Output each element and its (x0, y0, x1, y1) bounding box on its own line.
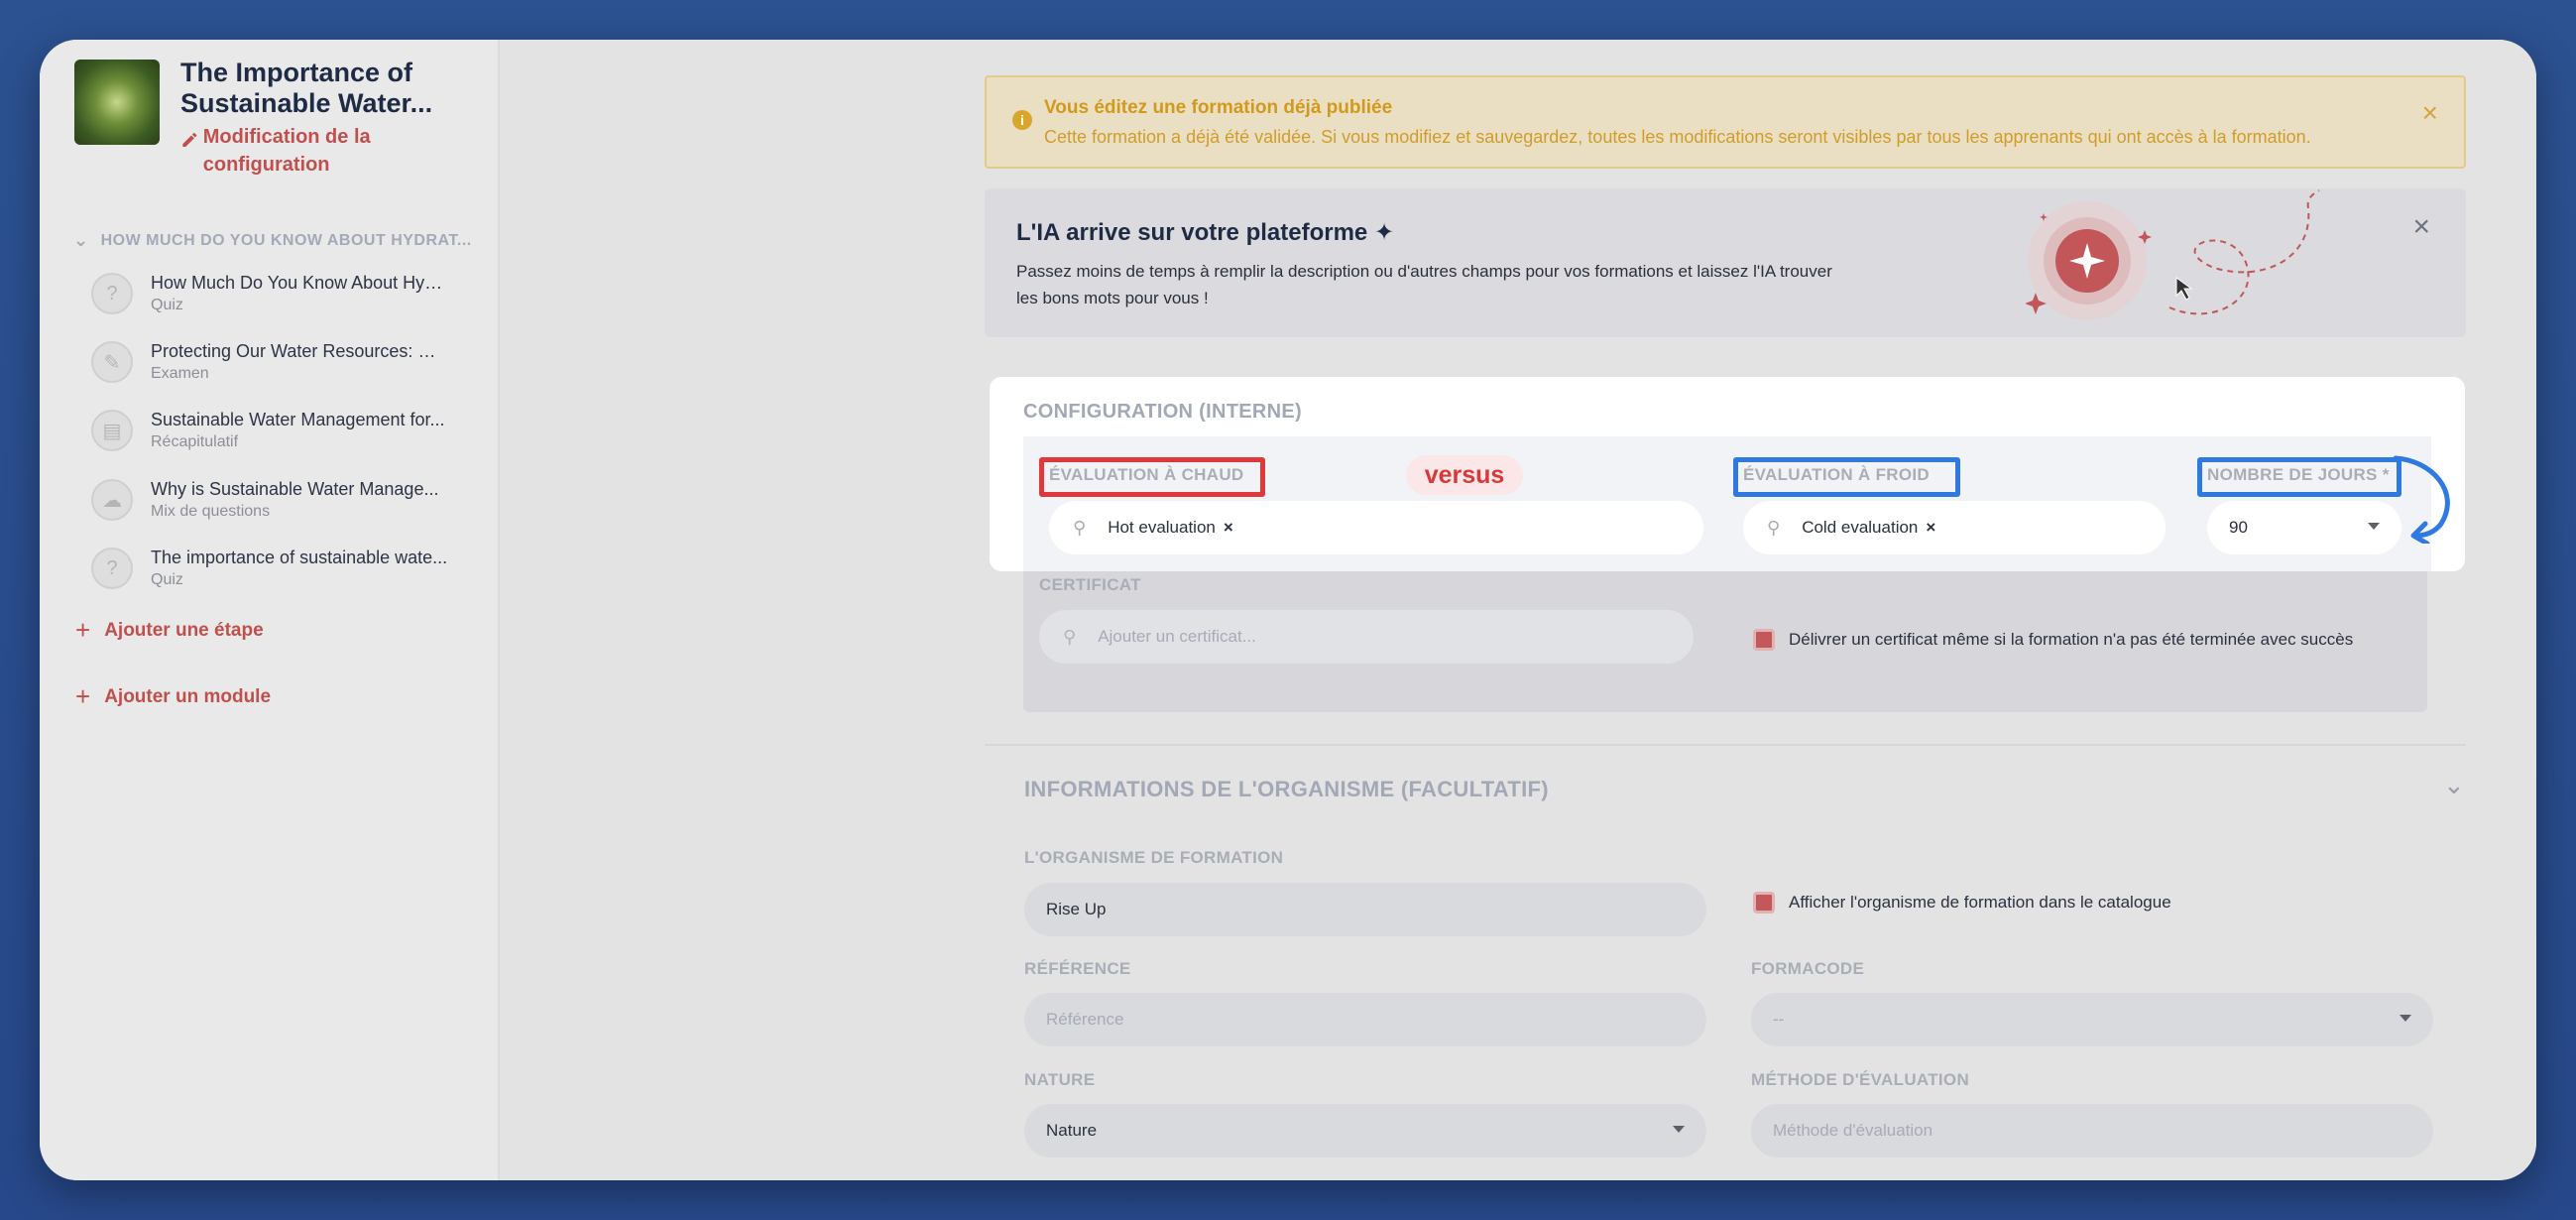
add-module-label: Ajouter un module (104, 685, 272, 707)
question-icon: ? (91, 273, 133, 314)
step-item[interactable]: ? The importance of sustainable wate... Q… (91, 539, 488, 598)
remove-tag-icon[interactable]: × (1224, 518, 1233, 538)
add-step-button[interactable]: + Ajouter une étape (75, 615, 264, 646)
step-type: Quiz (151, 297, 183, 313)
module-title: HOW MUCH DO YOU KNOW ABOUT HYDRAT... (100, 231, 472, 249)
pencil-icon (182, 132, 197, 148)
versus-badge: versus (1406, 455, 1523, 495)
org-value: Rise Up (1046, 900, 1107, 918)
plus-icon: + (75, 615, 91, 645)
nature-value: Nature (1046, 1121, 1098, 1140)
cold-eval-label: ÉVALUATION À FROID (1743, 465, 1930, 484)
chevron-down-icon (1673, 1126, 1685, 1133)
step-title: The importance of sustainable wate... (151, 548, 448, 567)
config-card: CONFIGURATION (INTERNE) ÉVALUATION À CHA… (990, 377, 2465, 571)
app-window: The Importance of Sustainable Water... M… (40, 40, 2536, 1180)
hot-eval-label: ÉVALUATION À CHAUD (1049, 465, 1244, 484)
days-select[interactable]: 90 (2207, 501, 2401, 554)
reference-input[interactable]: Référence (1024, 993, 1706, 1046)
ia-text: Passez moins de temps à remplir la descr… (1016, 262, 1832, 307)
section-divider (985, 744, 2466, 746)
certificate-checkbox[interactable] (1753, 629, 1775, 651)
days-label: NOMBRE DE JOURS * (2207, 465, 2390, 484)
ia-title: L'IA arrive sur votre plateforme ✦ (1016, 219, 1395, 246)
hot-eval-input[interactable]: ⚲ Hot evaluation × (1049, 501, 1703, 554)
course-title: The Importance of Sustainable Water... (180, 58, 433, 118)
ai-sparkle-illustration (2026, 189, 2320, 320)
sidebar: The Importance of Sustainable Water... M… (40, 40, 500, 1180)
reference-label: RÉFÉRENCE (1024, 959, 1131, 978)
question-icon: ? (91, 548, 133, 589)
course-thumbnail (74, 60, 160, 145)
certificate-placeholder: Ajouter un certificat... (1098, 627, 1256, 646)
formacode-label: FORMACODE (1751, 959, 1865, 978)
mix-icon: ☁ (91, 479, 133, 521)
summary-icon: ▤ (91, 410, 133, 451)
step-item[interactable]: ? How Much Do You Know About Hyd... Quiz (91, 264, 488, 323)
nature-label: NATURE (1024, 1070, 1096, 1089)
eval-method-placeholder: Méthode d'évaluation (1773, 1121, 1933, 1140)
formacode-value: -- (1773, 1010, 1785, 1029)
chevron-down-icon (2368, 523, 2380, 530)
search-icon: ⚲ (1063, 626, 1077, 647)
org-section-title: INFORMATIONS DE L'ORGANISME (FACULTATIF) (1024, 777, 1549, 801)
org-label: L'ORGANISME DE FORMATION (1024, 848, 1284, 867)
module-header[interactable]: ⌄ HOW MUCH DO YOU KNOW ABOUT HYDRAT... (73, 230, 490, 251)
reference-placeholder: Référence (1046, 1010, 1124, 1029)
step-item[interactable]: ▤ Sustainable Water Management for... Réc… (91, 401, 488, 460)
plus-icon: + (75, 681, 91, 711)
edit-config-link[interactable]: Modification de la configuration (180, 123, 458, 179)
step-title: How Much Do You Know About Hyd... (151, 273, 448, 293)
certificate-input[interactable]: ⚲ Ajouter un certificat... (1039, 610, 1694, 664)
formacode-select[interactable]: -- (1751, 993, 2433, 1046)
add-step-label: Ajouter une étape (104, 619, 264, 641)
add-module-button[interactable]: + Ajouter un module (75, 681, 271, 712)
step-title: Sustainable Water Management for... (151, 410, 445, 429)
step-title: Why is Sustainable Water Manage... (151, 479, 439, 499)
pencil-icon: ✎ (91, 341, 133, 383)
certificate-label: CERTIFICAT (1039, 575, 1141, 594)
edit-config-label: Modification de la configuration (202, 126, 371, 176)
nature-select[interactable]: Nature (1024, 1104, 1706, 1158)
org-catalog-checkbox[interactable] (1753, 892, 1775, 914)
step-type: Examen (151, 365, 209, 382)
step-type: Mix de questions (151, 503, 271, 520)
close-icon[interactable]: × (2422, 97, 2438, 129)
info-icon: i (1012, 110, 1032, 130)
certificate-check-label: Délivrer un certificat même si la format… (1789, 630, 2354, 649)
eval-method-input[interactable]: Méthode d'évaluation (1751, 1104, 2433, 1158)
alert-title: Vous éditez une formation déjà publiée (1044, 97, 1393, 118)
eval-method-label: MÉTHODE D'ÉVALUATION (1751, 1070, 1970, 1089)
search-icon: ⚲ (1767, 517, 1781, 538)
org-input[interactable]: Rise Up (1024, 883, 1706, 936)
chevron-down-icon (2400, 1015, 2411, 1022)
ia-banner: L'IA arrive sur votre plateforme ✦ Passe… (985, 188, 2466, 337)
cold-eval-tag: Cold evaluation (1802, 518, 1919, 537)
step-type: Récapitulatif (151, 433, 239, 450)
curved-arrow-icon (2393, 455, 2450, 544)
search-icon: ⚲ (1073, 517, 1087, 538)
close-icon[interactable]: × (2412, 210, 2430, 244)
step-title: Protecting Our Water Resources: W... (151, 341, 448, 361)
cold-eval-input[interactable]: ⚲ Cold evaluation × (1743, 501, 2166, 554)
published-warning: i Vous éditez une formation déjà publiée… (985, 75, 2466, 169)
chevron-down-icon: ⌄ (73, 230, 89, 250)
org-catalog-label: Afficher l'organisme de formation dans l… (1789, 893, 2171, 912)
config-section-title: CONFIGURATION (INTERNE) (1023, 401, 1302, 423)
alert-text: Cette formation a déjà été validée. Si v… (1044, 127, 2311, 147)
step-item[interactable]: ✎ Protecting Our Water Resources: W... Ex… (91, 332, 488, 392)
remove-tag-icon[interactable]: × (1926, 518, 1935, 538)
days-value: 90 (2229, 518, 2248, 537)
main-content: i Vous éditez une formation déjà publiée… (500, 40, 2536, 1180)
hot-eval-tag: Hot evaluation (1108, 518, 1216, 537)
step-type: Quiz (151, 571, 183, 588)
chevron-down-icon[interactable]: ⌄ (2443, 770, 2465, 800)
step-item[interactable]: ☁ Why is Sustainable Water Manage... Mix … (91, 470, 488, 530)
